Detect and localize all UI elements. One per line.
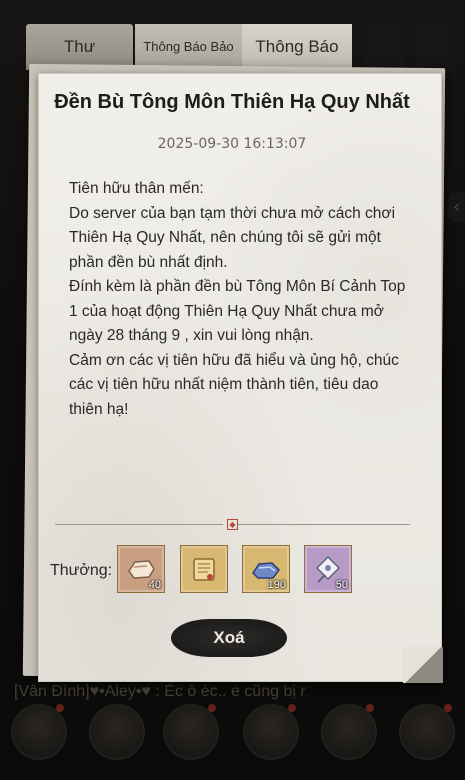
divider-ornament-icon: ◆ (227, 519, 238, 530)
scroll-book-icon (193, 558, 215, 581)
reward-count: 50 (335, 579, 348, 591)
tab-notice[interactable]: Thông Báo (242, 24, 352, 70)
reward-item[interactable]: 50 (304, 545, 352, 593)
reward-count: 40 (148, 579, 161, 591)
tab-maintenance-notice[interactable]: Thông Báo Bảo Trì (135, 24, 242, 100)
delete-button[interactable]: Xoá (171, 619, 287, 657)
reward-item[interactable]: 190 (242, 545, 290, 593)
divider (238, 524, 410, 525)
reward-label: Thưởng: (50, 562, 113, 579)
reward-count: 190 (267, 579, 286, 591)
reward-item[interactable] (180, 545, 228, 593)
reward-item[interactable]: 40 (117, 545, 165, 593)
mail-body: Tiên hữu thân mến: Do server của bạn tạm… (69, 180, 406, 418)
divider (55, 524, 223, 525)
mail-title: Đền Bù Tông Môn Thiên Hạ Quy Nhất (54, 91, 410, 113)
mail-date: 2025-09-30 16:13:07 (157, 136, 307, 152)
